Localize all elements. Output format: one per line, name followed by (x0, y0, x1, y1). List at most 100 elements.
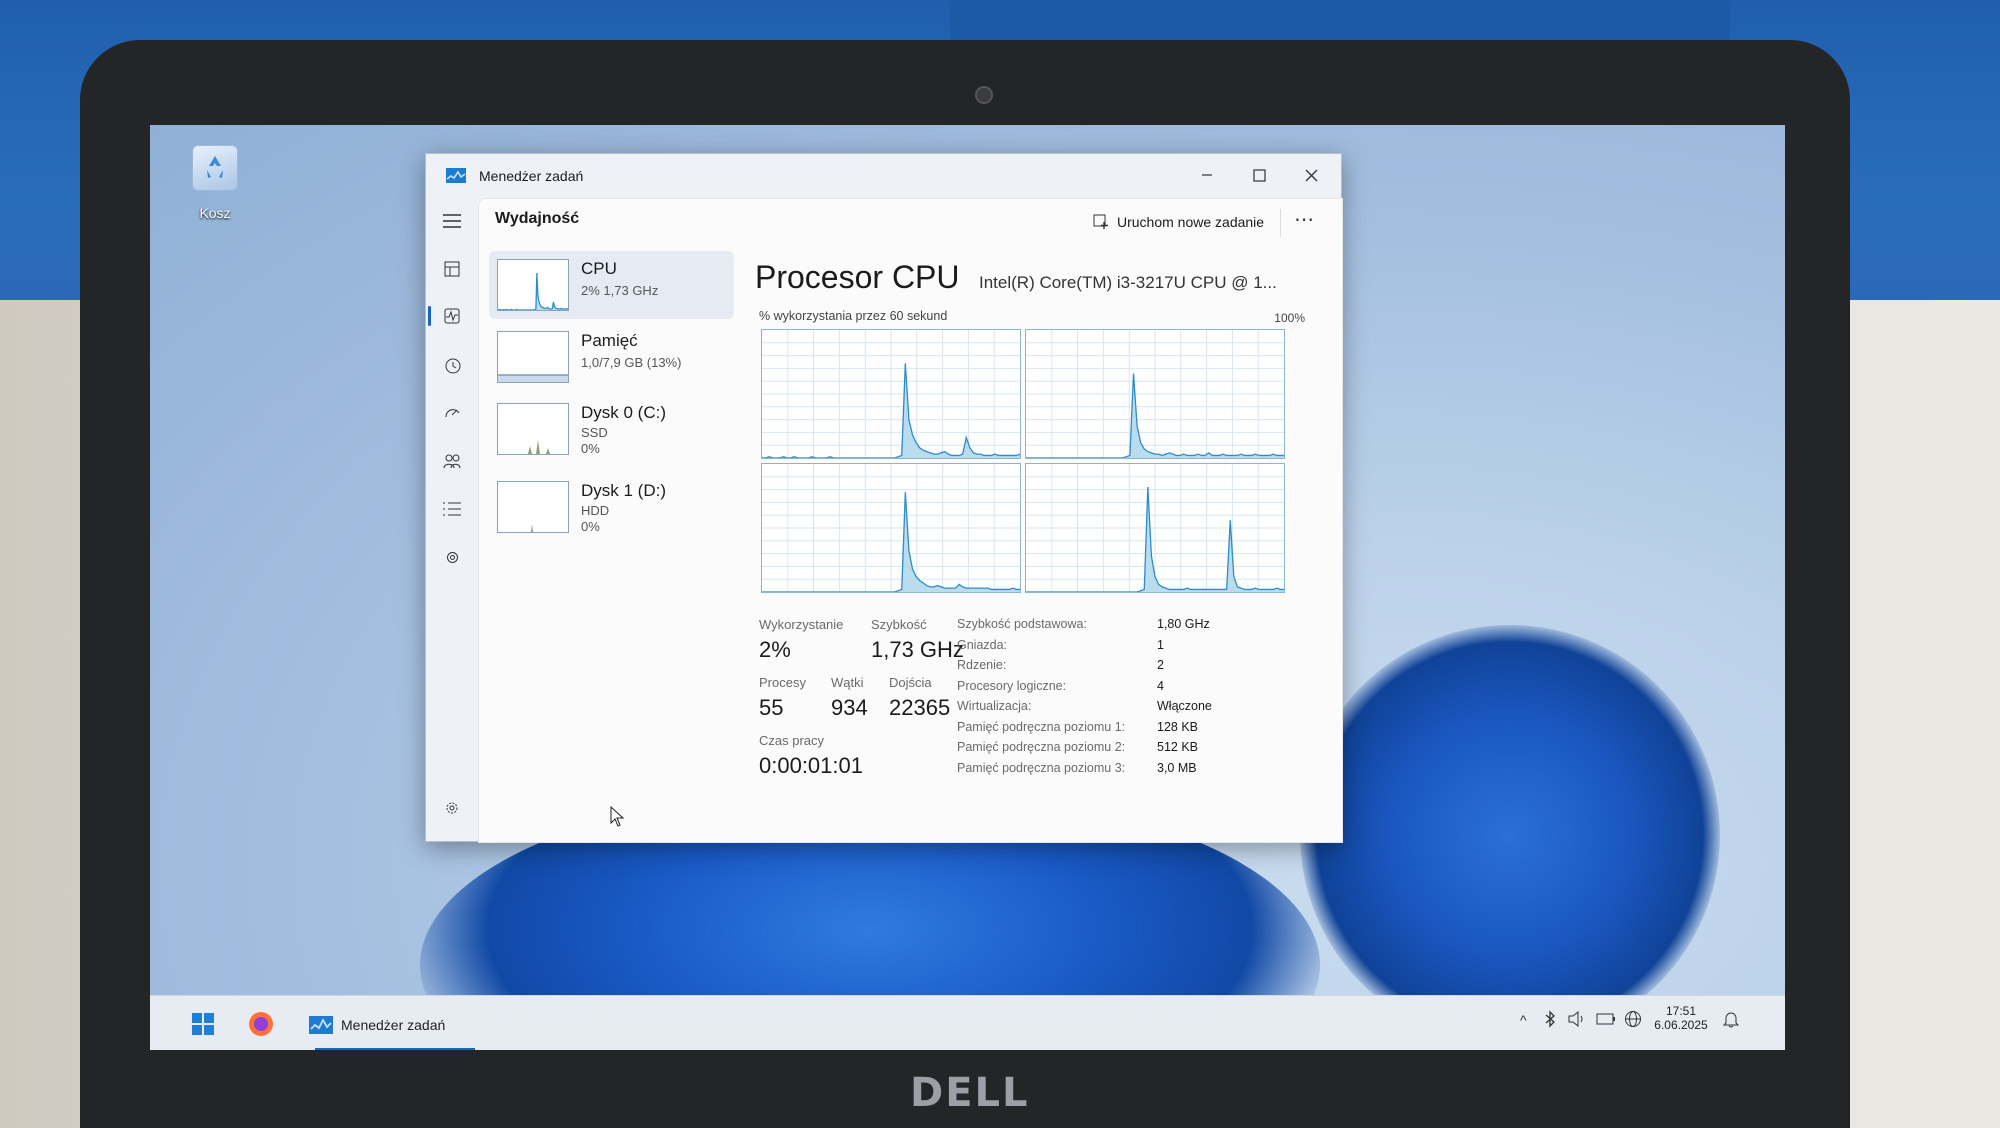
firefox-icon[interactable] (248, 1011, 274, 1037)
taskbar: Menedżer zadań ^ 17:51 6.06.2025 (150, 995, 1785, 1050)
taskbar-app-task-manager[interactable]: Menedżer zadań (305, 1004, 529, 1046)
threads-label: Wątki (831, 675, 864, 690)
sidebar-item-disk-0[interactable]: Dysk 0 (C:) SSD 0% (489, 395, 734, 463)
cpu-info-table: Szybkość podstawowa: 1,80 GHz Gniazda: 1 R… (957, 617, 1277, 781)
speed-value: 1,73 GHz (871, 637, 964, 662)
info-key: Rdzenie: (957, 658, 1007, 672)
sidebar-item-title: Dysk 0 (C:) (581, 403, 666, 422)
task-manager-taskbar-icon (309, 1016, 333, 1034)
disk-0-thumbnail (497, 403, 569, 455)
info-row: Wirtualizacja: Włączone (957, 699, 1277, 720)
info-value: 2 (1157, 658, 1164, 672)
uptime-value: 0:00:01:01 (759, 753, 863, 778)
tray-chevron-icon[interactable]: ^ (1520, 1012, 1527, 1028)
header-divider (1280, 209, 1281, 237)
maximize-icon (1252, 168, 1266, 182)
processes-value: 55 (759, 695, 784, 720)
info-key: Pamięć podręczna poziomu 2: (957, 740, 1126, 754)
info-value: 1,80 GHz (1157, 617, 1210, 631)
graph-label: % wykorzystania przez 60 sekund (759, 309, 948, 323)
processes-label: Procesy (759, 675, 806, 690)
startup-apps-icon[interactable] (435, 398, 469, 428)
notification-bell-icon[interactable] (1723, 1010, 1739, 1028)
details-icon[interactable] (435, 494, 469, 524)
window-title: Menedżer zadań (479, 168, 584, 184)
close-icon (1305, 169, 1317, 181)
cpu-model: Intel(R) Core(TM) i3-3217U CPU @ 1... (979, 273, 1277, 292)
taskbar-app-active-indicator (315, 1048, 475, 1050)
clock-date: 6.06.2025 (1654, 1018, 1708, 1032)
new-task-icon (1093, 214, 1108, 229)
mouse-cursor-icon (610, 806, 626, 828)
info-key: Procesory logiczne: (957, 678, 1067, 693)
close-button[interactable] (1294, 160, 1328, 190)
info-value: 1 (1157, 637, 1164, 652)
task-manager-app-icon (446, 168, 466, 183)
sidebar-item-subtitle: SSD (581, 425, 608, 440)
performance-content: Wydajność Uruchom nowe zadanie ⋯ CPU 2% … (478, 198, 1343, 843)
battery-icon[interactable] (1596, 1013, 1616, 1025)
performance-icon[interactable] (435, 301, 469, 331)
more-options-button[interactable]: ⋯ (1294, 207, 1314, 232)
info-row: Szybkość podstawowa: 1,80 GHz (957, 617, 1277, 638)
cpu-usage-line (498, 272, 568, 310)
webcam-icon (975, 86, 993, 104)
services-icon[interactable] (435, 542, 469, 572)
core-graph-2 (761, 463, 1021, 593)
taskbar-app-label: Menedżer zadań (341, 1017, 446, 1033)
run-new-task-button[interactable]: Uruchom nowe zadanie (1087, 207, 1270, 237)
info-value: 128 KB (1157, 719, 1199, 734)
info-key: Gniazda: (957, 637, 1008, 652)
info-value: 512 KB (1157, 740, 1199, 754)
start-icon[interactable] (192, 1013, 214, 1035)
minimize-button[interactable] (1190, 160, 1224, 190)
clock[interactable]: 17:51 6.06.2025 (1650, 1004, 1712, 1032)
bluetooth-icon[interactable] (1544, 1010, 1556, 1028)
info-key: Pamięć podręczna poziomu 1: (957, 719, 1126, 734)
users-icon[interactable] (435, 446, 469, 476)
recycle-bin-icon[interactable] (192, 145, 238, 191)
wallpaper-bloom-right (1300, 625, 1720, 1045)
volume-icon[interactable] (1568, 1011, 1586, 1027)
info-row: Procesory logiczne: 4 (957, 679, 1277, 700)
sidebar-item-subtitle: 2% 1,73 GHz (581, 283, 659, 298)
sidebar-item-value: 0% (581, 519, 600, 534)
cpu-thumbnail (497, 259, 569, 311)
sidebar-item-subtitle: 1,0/7,9 GB (13%) (581, 355, 682, 370)
handles-label: Dojścia (889, 675, 932, 690)
page-title: Wydajność (495, 210, 580, 227)
core-graph-3 (1025, 463, 1285, 593)
sidebar-item-title: CPU (581, 259, 617, 278)
info-row: Gniazda: 1 (957, 638, 1277, 659)
processes-icon[interactable] (435, 254, 469, 284)
app-history-icon[interactable] (435, 350, 469, 380)
settings-icon[interactable] (435, 793, 469, 823)
minimize-icon (1202, 174, 1212, 176)
nav-rail (426, 198, 478, 841)
sidebar-item-disk-1[interactable]: Dysk 1 (D:) HDD 0% (489, 473, 734, 541)
sidebar-item-cpu[interactable]: CPU 2% 1,73 GHz (489, 251, 734, 319)
sidebar-item-memory[interactable]: Pamięć 1,0/7,9 GB (13%) (489, 323, 734, 391)
info-value: 3,0 MB (1157, 760, 1197, 775)
memory-thumbnail (497, 331, 569, 383)
info-row: Pamięć podręczna poziomu 2: 512 KB (957, 740, 1277, 761)
screen: Kosz Menedżer zadań Wydajność Uruchom no… (150, 125, 1785, 1050)
sidebar-item-title: Pamięć (581, 331, 638, 350)
info-value: 4 (1157, 678, 1164, 693)
threads-value: 934 (831, 695, 868, 720)
cpu-usage-area (498, 273, 568, 310)
info-row: Pamięć podręczna poziomu 1: 128 KB (957, 720, 1277, 741)
info-row: Rdzenie: 2 (957, 658, 1277, 679)
network-globe-icon[interactable] (1624, 1010, 1642, 1028)
utilization-value: 2% (759, 637, 791, 662)
maximize-button[interactable] (1242, 160, 1276, 190)
disk-1-thumbnail (497, 481, 569, 533)
cpu-heading: Procesor CPU (755, 259, 960, 295)
core-graph-0 (761, 329, 1021, 459)
dell-logo: DELL (910, 1070, 1030, 1116)
utilization-label: Wykorzystanie (759, 617, 844, 632)
performance-selected-indicator (428, 306, 431, 326)
hamburger-icon[interactable] (435, 206, 469, 236)
sidebar-item-title: Dysk 1 (D:) (581, 481, 666, 500)
recycle-bin-label: Kosz (199, 205, 231, 221)
